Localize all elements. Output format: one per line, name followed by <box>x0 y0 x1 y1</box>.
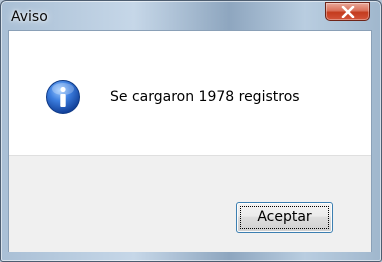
title-bar[interactable]: Aviso <box>1 1 381 31</box>
close-button[interactable] <box>325 2 370 21</box>
window-title: Aviso <box>11 9 48 25</box>
close-icon <box>341 6 355 18</box>
information-icon <box>46 80 80 114</box>
accept-button-label: Aceptar <box>257 209 312 225</box>
accept-button[interactable]: Aceptar <box>236 202 333 233</box>
dialog-message: Se cargaron 1978 registros <box>110 89 300 105</box>
